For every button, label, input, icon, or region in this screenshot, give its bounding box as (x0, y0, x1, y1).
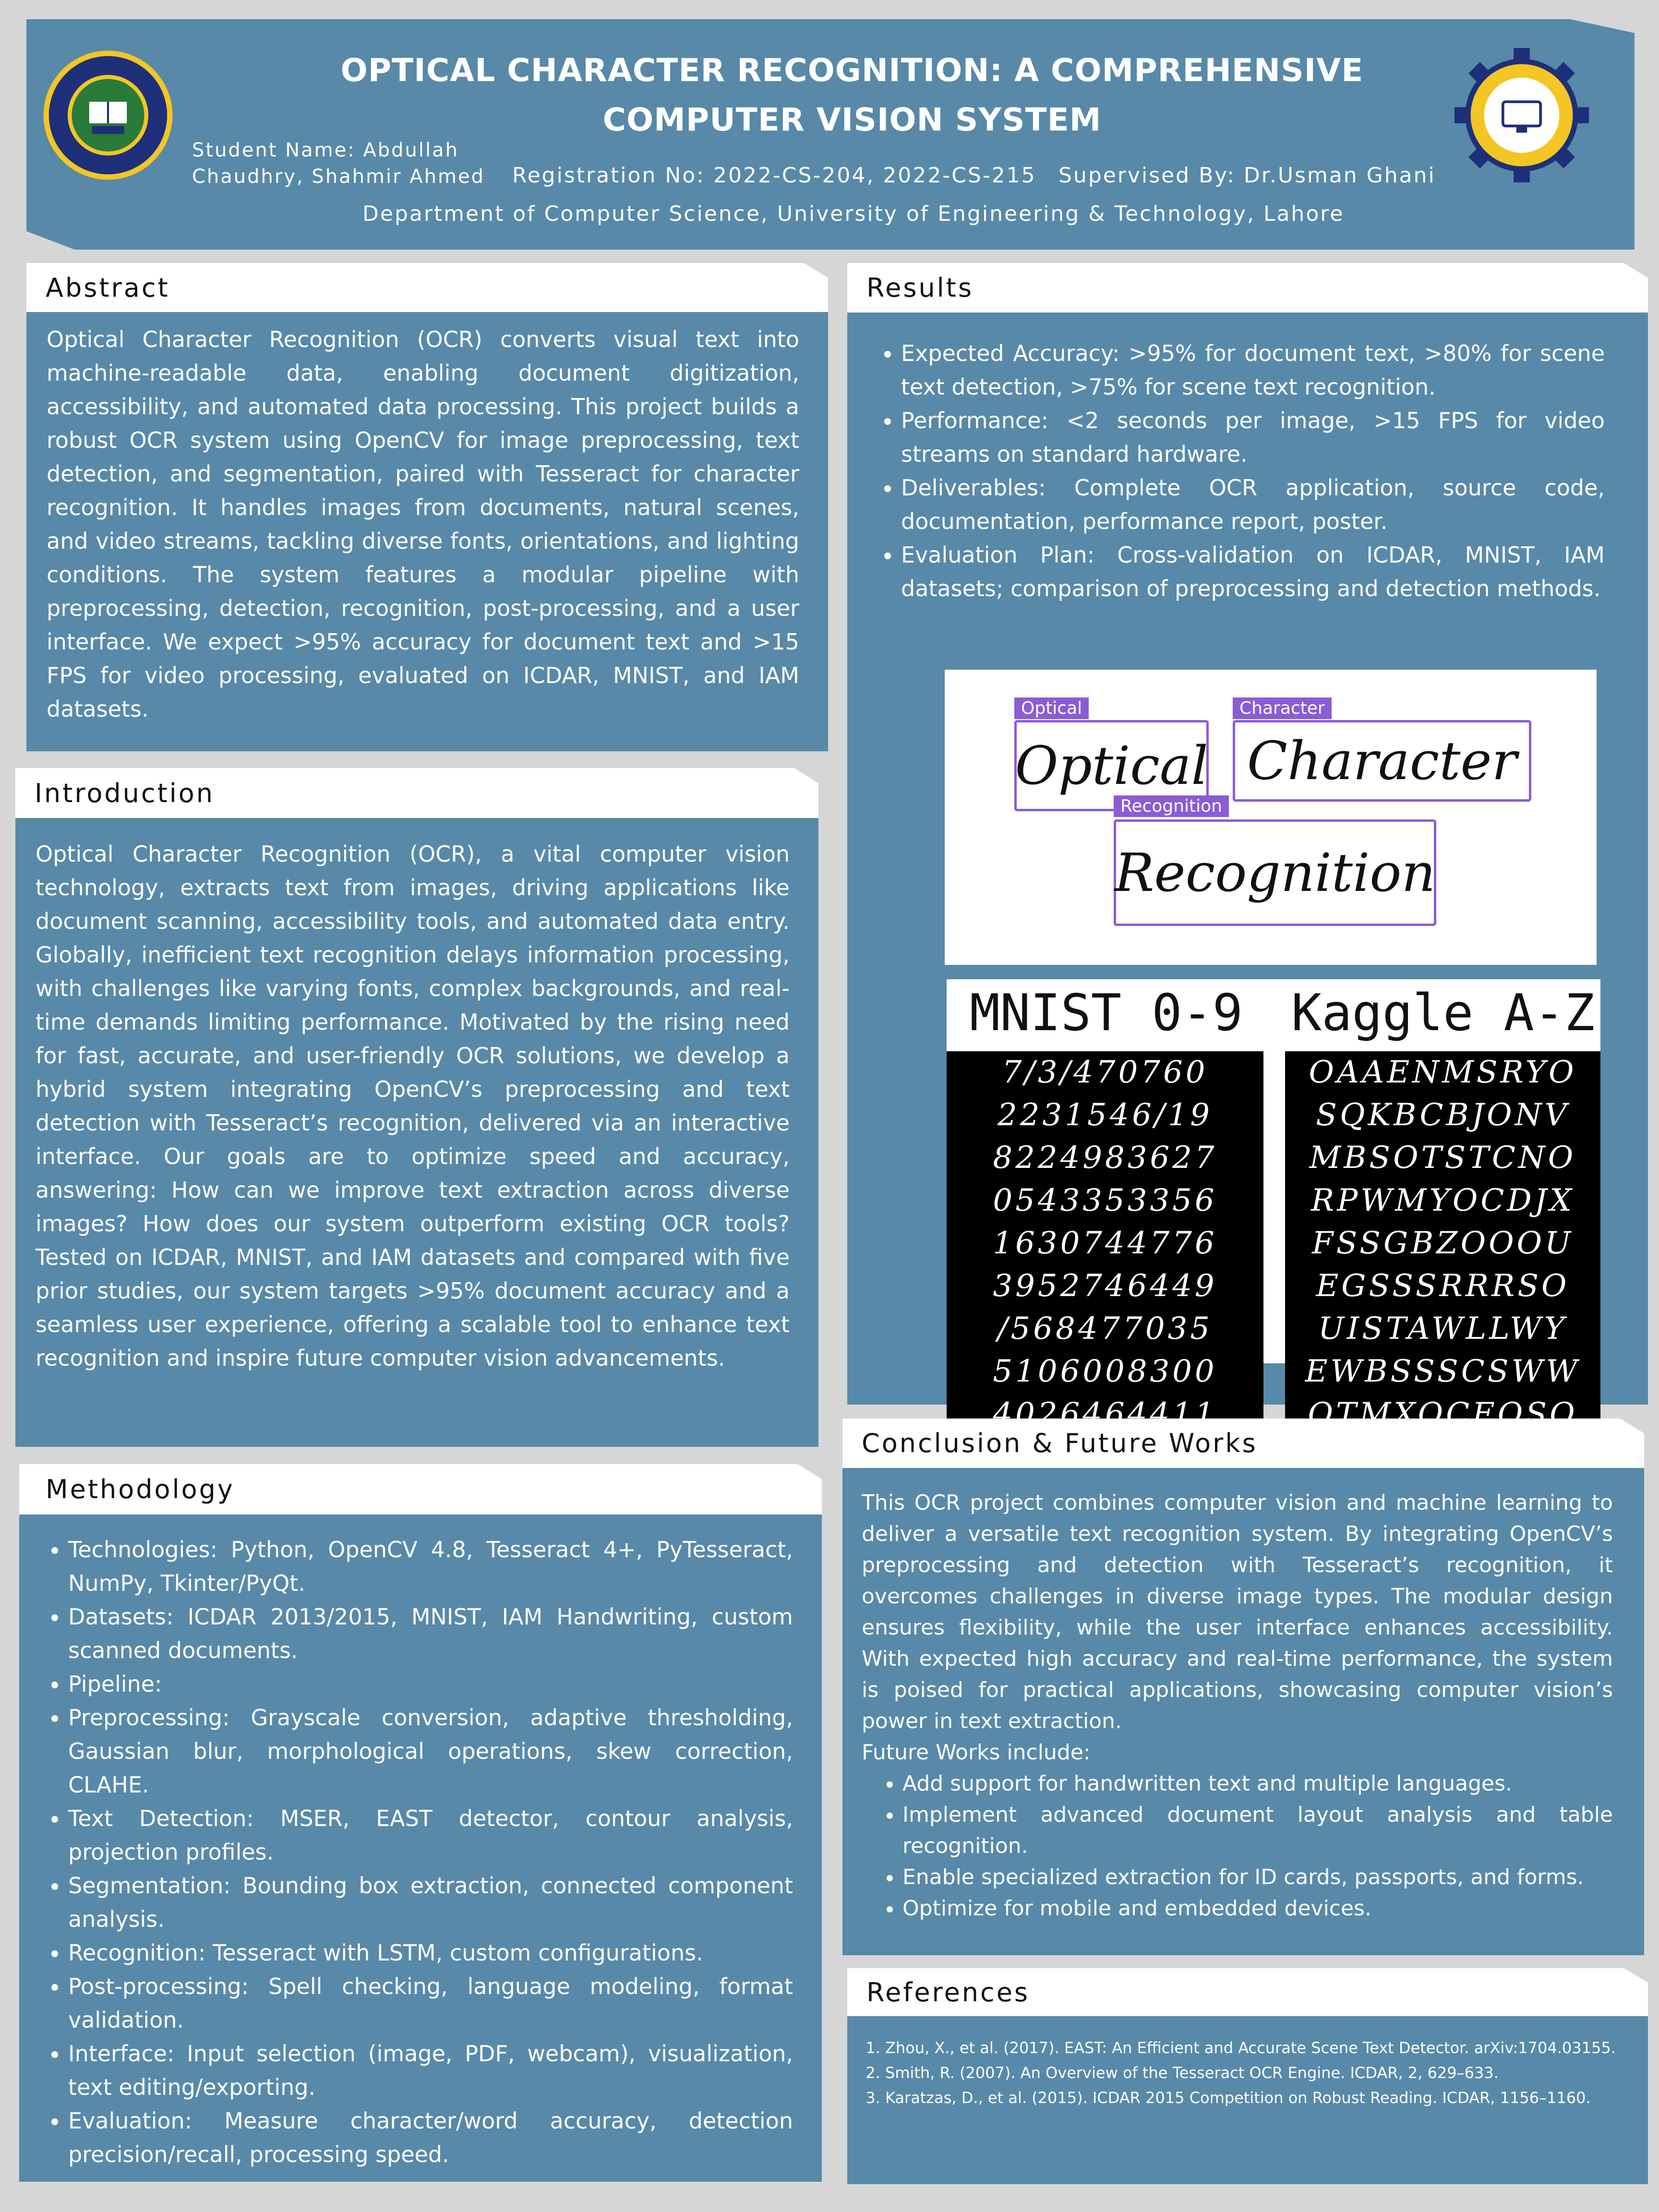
kaggle-label: Kaggle A-Z (1291, 984, 1595, 1042)
list-item: Preprocessing: Grayscale conversion, ada… (68, 1701, 793, 1802)
results-list: Expected Accuracy: >95% for document tex… (876, 337, 1605, 605)
reference-item: Zhou, X., et al. (2017). EAST: An Effici… (885, 2035, 1619, 2060)
poster-title-line2: COMPUTER VISION SYSTEM (602, 101, 1102, 138)
future-works-label: Future Works include: (862, 1740, 1091, 1765)
university-logo (43, 50, 173, 180)
references-panel: Zhou, X., et al. (2017). EAST: An Effici… (847, 2016, 1648, 2184)
poster-header: OPTICAL CHARACTER RECOGNITION: A COMPREH… (26, 19, 1635, 250)
list-item: Evaluation: Measure character/word accur… (68, 2104, 793, 2171)
mnist-digit-grid: 7/3/470760 2231546/19 8224983627 0543353… (947, 1051, 1263, 1481)
list-item: Add support for handwritten text and mul… (902, 1768, 1613, 1799)
future-works-list: Add support for handwritten text and mul… (862, 1768, 1613, 1924)
references-title: References (847, 1968, 1648, 2016)
introduction-panel: Optical Character Recognition (OCR), a v… (15, 818, 818, 1447)
methodology-title: Methodology (19, 1464, 822, 1515)
word-recognition: Recognition (1114, 819, 1436, 926)
conclusion-panel: This OCR project combines computer visio… (842, 1468, 1644, 1955)
list-item: Recognition: Tesseract with LSTM, custom… (68, 1936, 793, 1970)
dataset-figure: MNIST 0-9 Kaggle A-Z 7/3/470760 2231546/… (947, 979, 1600, 1481)
abstract-title: Abstract (26, 263, 828, 312)
tag-character: Character (1233, 697, 1332, 719)
abstract-text: Optical Character Recognition (OCR) conv… (47, 326, 799, 722)
poster-title-line1: OPTICAL CHARACTER RECOGNITION: A COMPREH… (340, 52, 1364, 89)
conclusion-text: This OCR project combines computer visio… (862, 1491, 1613, 1733)
list-item: Text Detection: MSER, EAST detector, con… (68, 1802, 793, 1869)
list-item: Technologies: Python, OpenCV 4.8, Tesser… (68, 1533, 793, 1600)
references-list: Zhou, X., et al. (2017). EAST: An Effici… (869, 2035, 1619, 2110)
department-logo (1455, 48, 1589, 182)
methodology-list: Technologies: Python, OpenCV 4.8, Tesser… (43, 1533, 793, 2171)
list-item: Optimize for mobile and embedded devices… (902, 1893, 1613, 1924)
mnist-label: MNIST 0-9 (970, 984, 1243, 1042)
list-item: Implement advanced document layout analy… (902, 1799, 1613, 1862)
kaggle-letter-grid: OAAENMSRYO SQKBCBJONV MBSOTSTCNO RPWMYOC… (1285, 1051, 1600, 1481)
list-item: Enable specialized extraction for ID car… (902, 1862, 1613, 1893)
tag-recognition: Recognition (1114, 795, 1229, 817)
student-name-line1: Student Name: Abdullah (192, 139, 459, 161)
list-item: Evaluation Plan: Cross-validation on ICD… (901, 538, 1605, 605)
list-item: Interface: Input selection (image, PDF, … (68, 2037, 793, 2104)
supervisor: Supervised By: Dr.Usman Ghani (1058, 163, 1436, 188)
tag-optical: Optical (1014, 697, 1089, 719)
list-item: Performance: <2 seconds per image, >15 F… (901, 404, 1605, 471)
student-name-line2: Chaudhry, Shahmir Ahmed (192, 166, 485, 188)
list-item: Post-processing: Spell checking, languag… (68, 1970, 793, 2037)
list-item: Datasets: ICDAR 2013/2015, MNIST, IAM Ha… (68, 1600, 793, 1667)
reference-item: Karatzas, D., et al. (2015). ICDAR 2015 … (885, 2085, 1619, 2110)
introduction-text: Optical Character Recognition (OCR), a v… (36, 841, 790, 1371)
ocr-figure: Optical Optical Character Character Reco… (945, 670, 1597, 965)
reference-item: Smith, R. (2007). An Overview of the Tes… (885, 2060, 1619, 2085)
conclusion-title: Conclusion & Future Works (842, 1419, 1644, 1468)
department: Department of Computer Science, Universi… (362, 202, 1345, 226)
registration-number: Registration No: 2022-CS-204, 2022-CS-21… (512, 163, 1036, 188)
word-character: Character (1233, 720, 1531, 802)
introduction-title: Introduction (15, 768, 818, 818)
list-item: Segmentation: Bounding box extraction, c… (68, 1869, 793, 1936)
list-item: Pipeline: (68, 1667, 793, 1701)
abstract-panel: Optical Character Recognition (OCR) conv… (26, 312, 828, 751)
list-item: Deliverables: Complete OCR application, … (901, 471, 1605, 538)
results-title: Results (847, 263, 1648, 313)
methodology-panel: Technologies: Python, OpenCV 4.8, Tesser… (19, 1515, 822, 2182)
list-item: Expected Accuracy: >95% for document tex… (901, 337, 1605, 404)
